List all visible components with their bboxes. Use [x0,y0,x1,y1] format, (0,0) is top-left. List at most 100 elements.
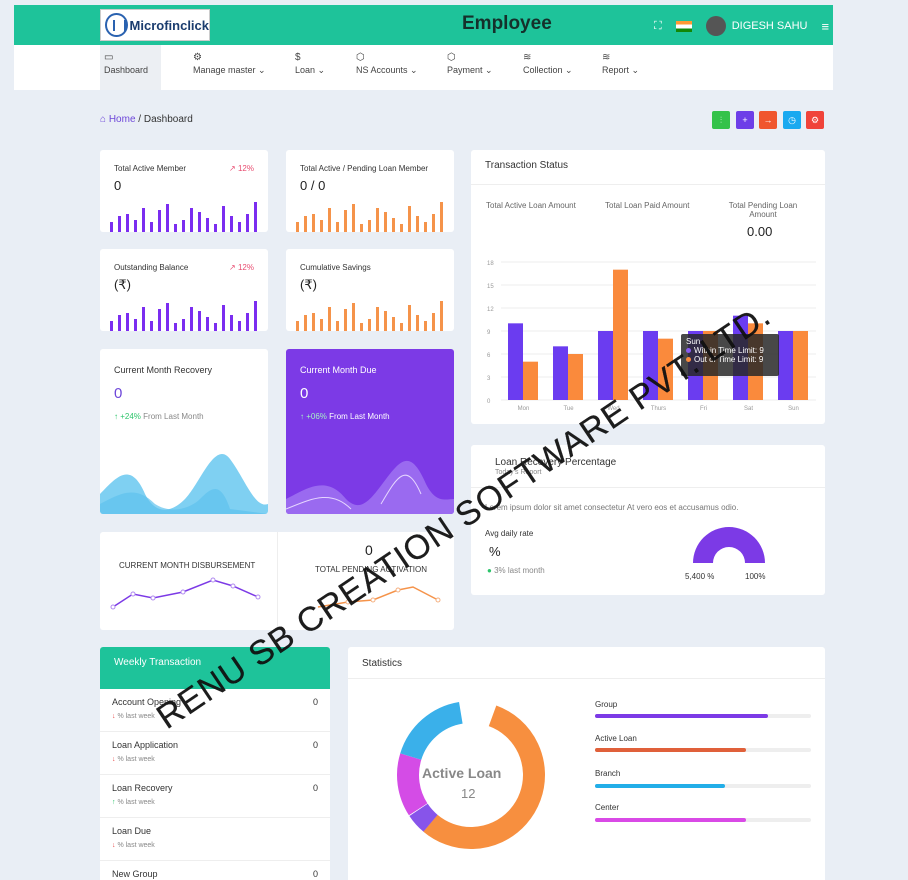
mini-bar [182,220,185,232]
settings-icon: ⚙ [193,52,202,63]
mini-bar [440,301,443,331]
mini-bar [360,323,363,331]
list-item[interactable]: Loan Application 0 ↓ % last week [100,732,330,775]
list-item-label: New Group [112,869,158,879]
page-title: Employee [462,13,552,34]
mini-bar [198,311,201,331]
trend-value: 12% [237,263,254,272]
mini-bar [360,224,363,232]
list-item[interactable]: Loan Recovery 0 ↑ % last week [100,775,330,818]
chart-button[interactable]: ⫶ [712,111,730,129]
mini-bar [352,303,355,331]
fullscreen-icon[interactable]: ⛶ [654,20,662,33]
stat-label-group: Group [595,700,618,709]
bar-out-of-time-limit-tue[interactable] [568,354,583,400]
mini-bar [336,321,339,331]
bar-within-time-limit-wed[interactable] [598,331,613,400]
donut-center-label: Active Loan [422,765,502,781]
list-item[interactable]: Loan Due ↓ % last week [100,818,330,861]
user-avatar[interactable] [705,16,726,36]
bar-within-time-limit-sun[interactable] [778,331,793,400]
avg-value: % [489,544,501,559]
list-item-change: ↓ % last week [112,842,155,849]
brand-logo[interactable]: Microfinclick [100,9,210,41]
y-tick-label: 9 [487,330,491,336]
login-button[interactable]: → [759,111,777,129]
nav-dashboard[interactable]: ▭ Dashboard [100,45,161,90]
menu-icon[interactable]: ≡ [822,19,830,34]
card-value: 0 [114,385,123,402]
bar-out-of-time-limit-mon[interactable] [523,361,538,400]
list-item[interactable]: New Group 0 [100,861,330,880]
mini-bar [344,309,347,331]
bar-within-time-limit-tue[interactable] [553,346,568,400]
home-icon[interactable]: ⌂ [100,114,106,125]
mini-bar [312,214,315,232]
mini-bar [238,321,241,331]
india-flag-icon[interactable] [675,20,692,32]
col-label: Total Loan Paid Amount [605,201,690,210]
card-title: Transaction Status [485,160,569,171]
clock-button[interactable]: ◷ [783,111,801,129]
mini-bar [254,202,257,232]
trend-badge: ↗ 12% [229,263,254,272]
list-item-value: 0 [312,697,318,707]
bar-out-of-time-limit-wed[interactable] [613,269,628,400]
nav-ns-accounts[interactable]: ⬡ NS Accounts ⌄ [356,45,418,90]
list-item-change: ↓ % last week [112,713,155,720]
nav-label: Payment ⌄ [447,65,493,75]
list-item-sub: % last week [117,799,155,806]
settings-button[interactable]: ⚙ [806,111,824,129]
card-savings: Cumulative Savings (₹) [286,249,454,331]
divider [277,532,278,630]
card-statistics: Statistics Active Loan 12 [348,647,825,880]
y-tick-label: 15 [487,284,494,290]
area-wave-chart [100,453,268,514]
mini-bar [142,307,145,331]
mini-bar [416,315,419,331]
nav-label: Collection ⌄ [523,65,573,75]
breadcrumb-current: Dashboard [143,114,193,125]
mini-bar [166,204,169,232]
list-item-value: 0 [312,740,318,750]
pending-amount: 0.00 [747,224,773,239]
bar-out-of-time-limit-sun[interactable] [793,331,808,400]
breadcrumb-home[interactable]: Home [109,114,136,125]
trend-value: 12% [237,164,254,173]
mini-bar [134,319,137,331]
card-loan-member: Total Active / Pending Loan Member 0 / 0 [286,150,454,232]
user-name[interactable]: DIGESH SAHU [732,20,808,32]
mini-bar [238,222,241,232]
card-active-member: Total Active Member ↗ 12% 0 [100,150,268,232]
nav-collection[interactable]: ≋ Collection ⌄ [523,45,573,90]
card-value: (₹) [114,277,131,292]
nav-payment[interactable]: ⬡ Payment ⌄ [447,45,493,90]
card-label: Total Active Member [114,164,187,173]
mini-bar [198,212,201,232]
nav-report[interactable]: ≋ Report ⌄ [602,45,639,90]
card-label: Total Active / Pending Loan Member [300,164,429,173]
add-button[interactable]: + [736,111,754,129]
nav-loan[interactable]: $ Loan ⌄ [295,45,325,90]
change-note: From Last Month [329,412,390,421]
breadcrumb-sep: / [138,114,142,125]
list-item-sub: % last week [117,756,155,763]
mini-bar [190,307,193,331]
layers-icon: ≋ [602,52,611,63]
nav-manage-master[interactable]: ⚙ Manage master ⌄ [193,45,266,90]
change-line: ↑ +06% From Last Month [300,412,390,421]
mini-bar [432,313,435,331]
mini-bar [400,224,403,232]
avg-label: Avg daily rate [485,529,534,538]
mini-bar [296,222,299,232]
bar-within-time-limit-mon[interactable] [508,323,523,400]
mini-bar [166,303,169,331]
mini-bar [320,319,323,331]
y-tick-label: 12 [487,307,494,313]
breadcrumb: ⌂ Home / Dashboard [100,114,193,125]
area-wave-chart [286,460,454,514]
stat-track-center [595,818,811,822]
mini-bar [368,319,371,331]
box-icon: ⬡ [447,52,456,63]
list-item-value: 0 [312,869,318,879]
